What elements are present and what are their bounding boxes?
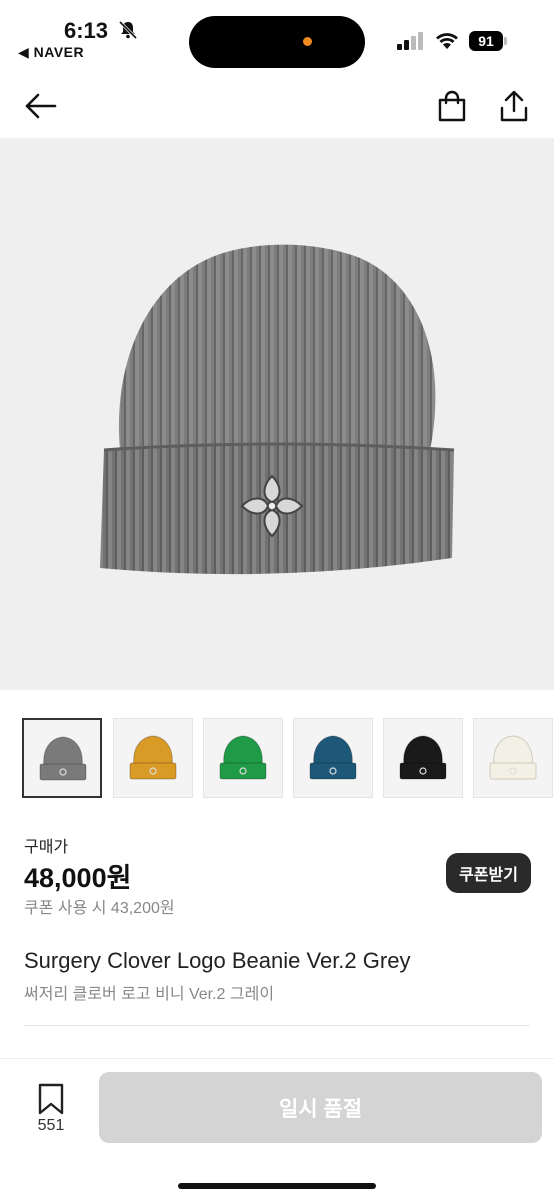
battery-level: 91	[469, 31, 503, 51]
beanie-illustration	[100, 244, 455, 575]
coupon-price: 쿠폰 사용 시 43,200원	[24, 900, 175, 917]
beanie-thumbnail-image	[309, 735, 357, 780]
bookmark-icon	[38, 1083, 64, 1115]
dynamic-island	[189, 16, 365, 68]
wishlist-button[interactable]: 551	[30, 1083, 72, 1139]
get-coupon-button[interactable]: 쿠폰받기	[446, 853, 531, 893]
divider	[24, 1025, 530, 1026]
thumbnail-mustard[interactable]	[113, 718, 193, 798]
status-time: 6:13	[64, 18, 109, 43]
share-button[interactable]	[494, 86, 534, 126]
wishlist-count: 551	[37, 1117, 65, 1134]
bottom-action-bar: 551 일시 품절	[0, 1058, 554, 1200]
beanie-thumbnail-image	[129, 735, 177, 780]
thumbnail-grey[interactable]	[22, 718, 102, 798]
back-to-naver-link[interactable]: ◀ NAVER	[18, 44, 84, 61]
thumbnail-strip	[22, 718, 554, 798]
signal-icon	[397, 32, 423, 50]
thumbnail-black[interactable]	[383, 718, 463, 798]
beanie-thumbnail-image	[489, 735, 537, 780]
beanie-thumbnail-image	[219, 735, 267, 780]
thumbnail-green[interactable]	[203, 718, 283, 798]
beanie-thumbnail-image	[39, 736, 87, 781]
recording-indicator	[303, 37, 312, 46]
sold-out-button[interactable]: 일시 품절	[99, 1072, 542, 1143]
price-amount: 48,000원	[24, 863, 132, 893]
product-image[interactable]	[0, 138, 554, 690]
wifi-icon	[436, 33, 458, 49]
battery-icon: 91	[469, 31, 507, 51]
product-title-korean: 써저리 클로버 로고 비니 Ver.2 그레이	[24, 986, 275, 1003]
thumbnail-teal[interactable]	[293, 718, 373, 798]
product-title: Surgery Clover Logo Beanie Ver.2 Grey	[24, 948, 411, 973]
back-arrow-icon	[25, 93, 57, 119]
shopping-bag-button[interactable]	[432, 86, 472, 126]
thumbnail-ivory[interactable]	[473, 718, 553, 798]
battery-cap	[504, 37, 507, 45]
price-label: 구매가	[24, 839, 69, 856]
shopping-bag-icon	[438, 90, 466, 122]
share-icon	[500, 90, 528, 122]
status-bar: 6:13 ◀ NAVER 91	[0, 0, 554, 72]
home-indicator	[178, 1183, 376, 1189]
bell-muted-icon	[118, 20, 138, 40]
beanie-thumbnail-image	[399, 735, 447, 780]
back-button[interactable]	[20, 86, 60, 126]
